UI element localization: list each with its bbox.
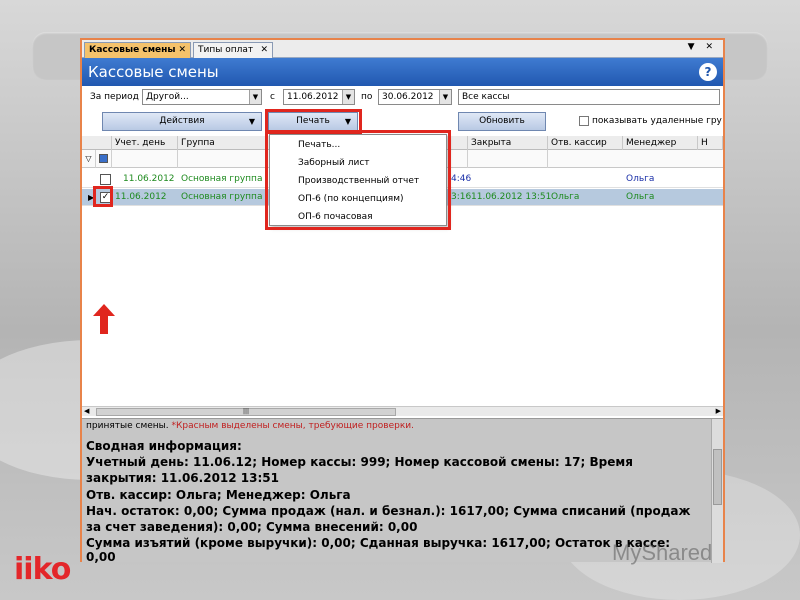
- filter-cell[interactable]: [112, 150, 178, 168]
- row-day: 11.06.2012: [123, 174, 175, 184]
- show-deleted-label: показывать удаленные групп: [592, 116, 722, 126]
- column-header[interactable]: Учет. день: [112, 136, 178, 150]
- chevron-down-icon: ▼: [248, 117, 255, 126]
- refresh-button[interactable]: Обновить: [458, 112, 546, 131]
- filter-checkbox[interactable]: [99, 154, 108, 163]
- close-icon[interactable]: ✕: [260, 43, 268, 57]
- row-group: Основная группа: [181, 192, 263, 202]
- show-deleted-checkbox[interactable]: [579, 116, 589, 126]
- filter-bar: За период Другой... ▼ с 11.06.2012 ▼ по …: [82, 86, 723, 108]
- help-icon[interactable]: ?: [699, 63, 717, 81]
- tab-bar: Кассовые смены ✕ Типы оплат ✕ ▼ ✕: [82, 40, 723, 58]
- close-icon[interactable]: ✕: [178, 43, 186, 57]
- actions-button[interactable]: Действия ▼: [102, 112, 262, 131]
- period-value: Другой...: [146, 92, 189, 102]
- header-spacer: [82, 136, 112, 150]
- menu-highlight-box: [265, 130, 451, 230]
- summary-note: принятые смены. *Красным выделены смены,…: [86, 421, 414, 431]
- summary-line: закрытия: 11.06.2012 13:51: [86, 471, 279, 485]
- tab-payment-types[interactable]: Типы оплат ✕: [193, 42, 273, 58]
- row-checkbox[interactable]: [100, 174, 111, 185]
- to-label: по: [361, 92, 373, 102]
- date-from-field[interactable]: 11.06.2012 ▼: [283, 89, 355, 105]
- column-header[interactable]: Отв. кассир: [548, 136, 623, 150]
- filter-icon[interactable]: ▽: [82, 150, 96, 168]
- up-arrow-icon: [93, 304, 115, 334]
- summary-line: Нач. остаток: 0,00; Сумма продаж (нал. и…: [86, 504, 691, 518]
- row-closed: 11.06.2012 13:51: [471, 192, 552, 202]
- title-bar: Кассовые смены ?: [82, 58, 723, 86]
- cash-register-select[interactable]: Все кассы: [458, 89, 720, 105]
- tab-label: Кассовые смены: [89, 45, 176, 55]
- row-manager: Ольга: [626, 192, 655, 202]
- cash-register-value: Все кассы: [462, 92, 510, 102]
- summary-line: Учетный день: 11.06.12; Номер кассы: 999…: [86, 455, 633, 469]
- summary-line: 0,00: [86, 550, 116, 564]
- window-controls[interactable]: ▼ ✕: [688, 42, 717, 52]
- row-group: Основная группа: [181, 174, 263, 184]
- note-red: *Красным выделены смены, требующие прове…: [171, 421, 414, 431]
- from-label: с: [270, 92, 275, 102]
- summary-line: за счет заведения): 0,00; Сумма внесений…: [86, 520, 418, 534]
- scroll-thumb[interactable]: |||: [96, 408, 396, 416]
- chevron-down-icon[interactable]: ▼: [249, 90, 261, 104]
- iiko-logo: iiko: [14, 552, 71, 587]
- row-cashier: [548, 171, 551, 188]
- scroll-thumb[interactable]: [713, 449, 722, 505]
- horizontal-scrollbar[interactable]: ◀ ||| ▶: [82, 406, 723, 416]
- vertical-scrollbar[interactable]: [711, 419, 723, 563]
- chevron-down-icon[interactable]: ▼: [342, 90, 354, 104]
- date-to-value: 30.06.2012: [382, 92, 434, 102]
- summary-line: Отв. кассир: Ольга; Менеджер: Ольга: [86, 488, 351, 502]
- date-from-value: 11.06.2012: [287, 92, 339, 102]
- summary-heading: Сводная информация:: [86, 439, 242, 453]
- filter-cell[interactable]: [468, 150, 548, 168]
- summary-line: Сумма изъятий (кроме выручки): 0,00; Сда…: [86, 536, 671, 550]
- row-closed: [468, 171, 471, 188]
- filter-checkbox-cell[interactable]: [96, 150, 112, 168]
- date-to-field[interactable]: 30.06.2012 ▼: [378, 89, 452, 105]
- app-window: Кассовые смены ✕ Типы оплат ✕ ▼ ✕ Кассов…: [80, 38, 725, 564]
- scroll-right-icon[interactable]: ▶: [716, 407, 721, 415]
- period-select[interactable]: Другой... ▼: [142, 89, 262, 105]
- note-prefix: принятые смены.: [86, 421, 169, 431]
- column-header[interactable]: Менеджер: [623, 136, 698, 150]
- column-header[interactable]: Н: [698, 136, 723, 150]
- period-label: За период: [90, 92, 139, 102]
- tab-cash-shifts[interactable]: Кассовые смены ✕: [84, 42, 191, 58]
- checkbox-highlight-box: [93, 186, 113, 207]
- tab-label: Типы оплат: [198, 45, 254, 55]
- actions-label: Действия: [159, 116, 205, 126]
- row-day: 11.06.2012: [115, 192, 167, 202]
- column-header[interactable]: Закрыта: [468, 136, 548, 150]
- row-cashier: Ольга: [551, 192, 580, 202]
- chevron-down-icon[interactable]: ▼: [439, 90, 451, 104]
- scroll-left-icon[interactable]: ◀: [84, 407, 89, 415]
- watermark: MyShared: [612, 540, 713, 565]
- refresh-label: Обновить: [479, 116, 525, 126]
- page-title: Кассовые смены: [88, 63, 219, 81]
- row-manager: Ольга: [626, 174, 655, 184]
